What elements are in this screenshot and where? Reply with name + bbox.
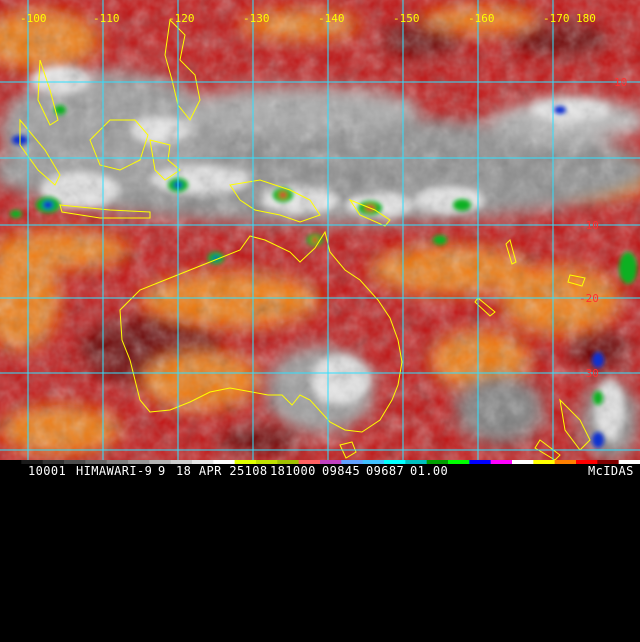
- element-number: 09687: [366, 464, 405, 478]
- lon-label: -140: [318, 12, 345, 25]
- lon-label: -100: [20, 12, 47, 25]
- lon-label: 180: [576, 12, 596, 25]
- resolution-text: 01.00: [410, 464, 449, 478]
- satellite-map: -100 -110 -120 -130 -140 -150 -160 -170 …: [0, 0, 640, 460]
- lon-label: -130: [243, 12, 270, 25]
- band-number: 9: [158, 464, 166, 478]
- lat-label: -10: [579, 219, 599, 232]
- satellite-name: HIMAWARI-9: [76, 464, 153, 478]
- lat-label: -20: [579, 292, 599, 305]
- line-number: 09845: [322, 464, 361, 478]
- cloud-texture: [0, 0, 640, 460]
- date-text: 18 APR 25108: [176, 464, 268, 478]
- lon-label: -150: [393, 12, 420, 25]
- mcidas-brand: McIDAS: [588, 464, 634, 478]
- status-text: 10001 HIMAWARI-9 9 18 APR 25108 181000 0…: [0, 462, 640, 480]
- lat-label: 10: [614, 76, 627, 89]
- time-text: 181000: [270, 464, 316, 478]
- lat-label: -30: [579, 367, 599, 380]
- lon-label: -120: [168, 12, 195, 25]
- lon-label: -170: [543, 12, 570, 25]
- lon-label: -110: [93, 12, 120, 25]
- lon-label: -160: [468, 12, 495, 25]
- frame-number: 10001: [28, 464, 67, 478]
